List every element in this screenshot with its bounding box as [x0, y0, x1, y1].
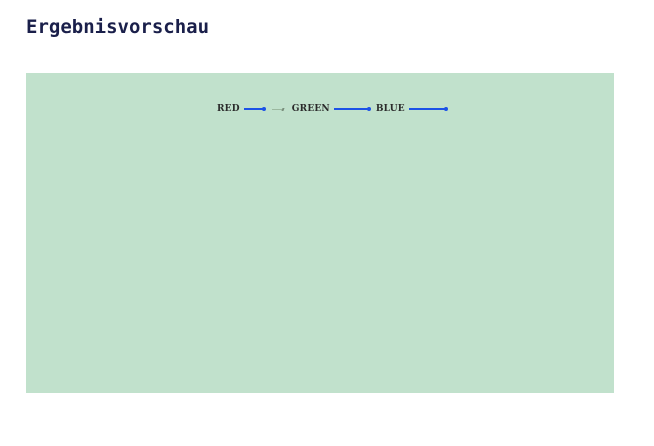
- connector-placeholder: [270, 102, 290, 116]
- connector-blue: [408, 102, 451, 116]
- connector-end-dot: [443, 107, 448, 111]
- node-label-green: GREEN: [291, 104, 330, 114]
- page-root: Ergebnisvorschau RED GREEN BLUE: [0, 0, 654, 446]
- connector-line: [333, 108, 370, 110]
- node-chain: RED GREEN BLUE: [217, 102, 451, 116]
- connector-line: [408, 108, 447, 110]
- result-preview-panel: RED GREEN BLUE: [26, 73, 614, 393]
- node-label-red: RED: [217, 104, 240, 114]
- node-label-blue: BLUE: [375, 104, 405, 114]
- connector-end-dot: [366, 107, 371, 111]
- connector-green: [333, 102, 374, 116]
- connector-line: [243, 108, 264, 110]
- page-title: Ergebnisvorschau: [26, 16, 210, 38]
- connector-red: [243, 102, 268, 116]
- connector-placeholder-mark: [281, 108, 285, 111]
- connector-end-dot: [261, 107, 266, 111]
